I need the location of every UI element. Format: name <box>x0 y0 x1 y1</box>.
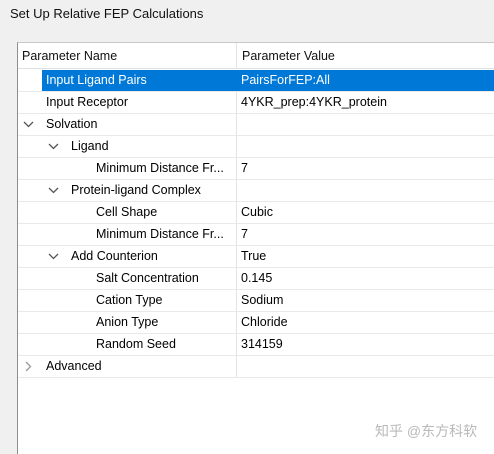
parameter-name: Random Seed <box>96 337 176 351</box>
parameter-name-cell[interactable]: Input Receptor <box>18 92 236 113</box>
parameter-name-cell[interactable]: Ligand <box>18 136 236 157</box>
parameter-name: Input Ligand Pairs <box>46 73 147 87</box>
chevron-down-icon[interactable] <box>22 114 34 135</box>
parameter-name: Input Receptor <box>46 95 128 109</box>
tree-row-advanced[interactable]: Advanced <box>18 356 494 378</box>
parameter-value-cell[interactable]: 0.145 <box>236 268 494 289</box>
parameter-name: Cell Shape <box>96 205 158 219</box>
parameter-value-cell[interactable] <box>236 180 494 201</box>
tree-row-solvation[interactable]: Solvation <box>18 114 494 136</box>
column-header-parameter-value[interactable]: Parameter Value <box>242 43 335 69</box>
parameter-name: Minimum Distance Fr... <box>96 161 224 175</box>
parameter-name-cell[interactable]: Random Seed <box>18 334 236 355</box>
tree-row-random-seed[interactable]: Random Seed 314159 <box>18 334 494 356</box>
column-header-parameter-name[interactable]: Parameter Name <box>22 43 236 69</box>
parameter-name-cell[interactable]: Cation Type <box>18 290 236 311</box>
tree-row-protein-ligand-complex[interactable]: Protein-ligand Complex <box>18 180 494 202</box>
parameter-value-cell[interactable]: Cubic <box>236 202 494 223</box>
parameter-value: 0.145 <box>241 271 273 285</box>
parameter-value-cell[interactable] <box>236 114 494 135</box>
parameter-value: 7 <box>241 227 248 241</box>
parameter-name-cell[interactable]: Anion Type <box>18 312 236 333</box>
tree-row-salt-concentration[interactable]: Salt Concentration 0.145 <box>18 268 494 290</box>
parameter-name: Cation Type <box>96 293 163 307</box>
chevron-down-icon[interactable] <box>47 180 59 201</box>
tree-row-anion-type[interactable]: Anion Type Chloride <box>18 312 494 334</box>
window-title: Set Up Relative FEP Calculations <box>10 6 204 21</box>
tree-row-minimum-distance-fr[interactable]: Minimum Distance Fr... 7 <box>18 224 494 246</box>
parameter-value-cell[interactable]: 7 <box>236 158 494 179</box>
parameter-name: Protein-ligand Complex <box>71 183 201 197</box>
tree-header: Parameter Name Parameter Value <box>18 43 494 69</box>
parameter-name: Anion Type <box>96 315 159 329</box>
parameter-name: Salt Concentration <box>96 271 199 285</box>
tree-row-ligand[interactable]: Ligand <box>18 136 494 158</box>
chevron-down-icon[interactable] <box>47 136 59 157</box>
parameter-value: True <box>241 249 267 263</box>
parameter-name: Solvation <box>46 117 98 131</box>
parameter-value-cell[interactable] <box>236 356 494 377</box>
tree-row-input-ligand-pairs[interactable]: Input Ligand Pairs PairsForFEP:All <box>18 70 494 92</box>
parameter-value-cell[interactable]: Chloride <box>236 312 494 333</box>
parameter-name: Advanced <box>46 359 102 373</box>
tree-row-cation-type[interactable]: Cation Type Sodium <box>18 290 494 312</box>
parameter-value: 4YKR_prep:4YKR_protein <box>241 95 387 109</box>
tree-row-cell-shape[interactable]: Cell Shape Cubic <box>18 202 494 224</box>
column-divider[interactable] <box>236 43 237 69</box>
tree-row-minimum-distance-fr[interactable]: Minimum Distance Fr... 7 <box>18 158 494 180</box>
window-titlebar: Set Up Relative FEP Calculations <box>0 0 494 30</box>
chevron-right-icon[interactable] <box>22 356 34 377</box>
parameter-name-cell[interactable]: Protein-ligand Complex <box>18 180 236 201</box>
parameter-value: 314159 <box>241 337 283 351</box>
parameter-value-cell[interactable]: True <box>236 246 494 267</box>
parameter-value: Sodium <box>241 293 284 307</box>
parameter-name-cell[interactable]: Add Counterion <box>18 246 236 267</box>
watermark-text: 知乎 @东方科软 <box>375 423 478 439</box>
tree-row-input-receptor[interactable]: Input Receptor 4YKR_prep:4YKR_protein <box>18 92 494 114</box>
parameter-name-cell[interactable]: Salt Concentration <box>18 268 236 289</box>
parameter-name-cell[interactable]: Solvation <box>18 114 236 135</box>
parameter-name-cell[interactable]: Input Ligand Pairs <box>18 70 236 91</box>
parameter-value-cell[interactable] <box>236 136 494 157</box>
parameter-value: Chloride <box>241 315 288 329</box>
parameter-value: Cubic <box>241 205 273 219</box>
parameter-name-cell[interactable]: Minimum Distance Fr... <box>18 158 236 179</box>
parameter-value-cell[interactable]: PairsForFEP:All <box>236 70 494 91</box>
parameter-name: Add Counterion <box>71 249 158 263</box>
parameter-value: 7 <box>241 161 248 175</box>
watermark: 知乎 @东方科软 <box>375 421 477 441</box>
chevron-down-icon[interactable] <box>47 246 59 267</box>
parameter-name: Minimum Distance Fr... <box>96 227 224 241</box>
parameter-value-cell[interactable]: 7 <box>236 224 494 245</box>
parameter-name-cell[interactable]: Cell Shape <box>18 202 236 223</box>
parameter-value-cell[interactable]: 314159 <box>236 334 494 355</box>
tree-row-add-counterion[interactable]: Add Counterion True <box>18 246 494 268</box>
tree-rows: Input Ligand Pairs PairsForFEP:All Input R… <box>18 70 494 378</box>
parameter-name-cell[interactable]: Advanced <box>18 356 236 377</box>
parameter-value-cell[interactable]: 4YKR_prep:4YKR_protein <box>236 92 494 113</box>
parameter-value: PairsForFEP:All <box>241 73 330 87</box>
parameter-tree[interactable]: Parameter Name Parameter Value Input Lig… <box>17 42 494 454</box>
parameter-name: Ligand <box>71 139 109 153</box>
parameter-name-cell[interactable]: Minimum Distance Fr... <box>18 224 236 245</box>
parameter-value-cell[interactable]: Sodium <box>236 290 494 311</box>
